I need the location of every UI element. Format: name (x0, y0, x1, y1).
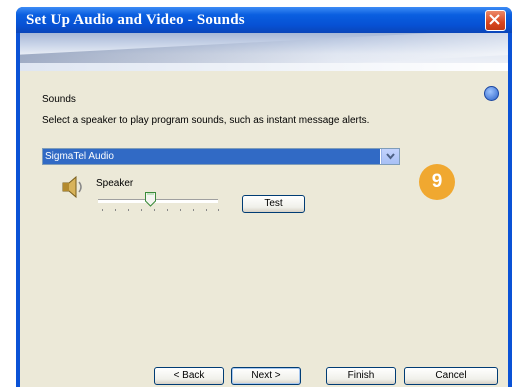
dialog-content: Sounds Select a speaker to play program … (20, 33, 508, 387)
section-description: Select a speaker to play program sounds,… (42, 115, 370, 126)
back-button[interactable]: < Back (154, 367, 224, 385)
volume-slider-track[interactable] (98, 199, 218, 203)
speaker-device-select[interactable]: SigmaTel Audio (42, 148, 400, 165)
dialog-window: Set Up Audio and Video - Sounds Sounds S… (16, 7, 512, 387)
chevron-down-icon (386, 153, 395, 160)
help-icon[interactable] (484, 86, 499, 101)
finish-button[interactable]: Finish (326, 367, 396, 385)
close-icon (489, 14, 500, 25)
cancel-button[interactable]: Cancel (404, 367, 498, 385)
dropdown-button[interactable] (381, 149, 399, 164)
step-number-badge: 9 (419, 164, 455, 200)
speaker-device-value: SigmaTel Audio (43, 149, 380, 164)
test-button[interactable]: Test (242, 195, 305, 213)
next-button[interactable]: Next > (231, 367, 301, 385)
volume-slider-ticks (102, 209, 219, 211)
volume-slider-thumb[interactable] (145, 192, 156, 207)
close-button[interactable] (485, 10, 506, 31)
speaker-icon (62, 175, 82, 199)
title-bar[interactable]: Set Up Audio and Video - Sounds (16, 7, 512, 33)
section-heading: Sounds (42, 94, 76, 105)
window-title: Set Up Audio and Video - Sounds (26, 12, 245, 28)
header-banner (20, 33, 508, 71)
speaker-label: Speaker (96, 178, 134, 189)
